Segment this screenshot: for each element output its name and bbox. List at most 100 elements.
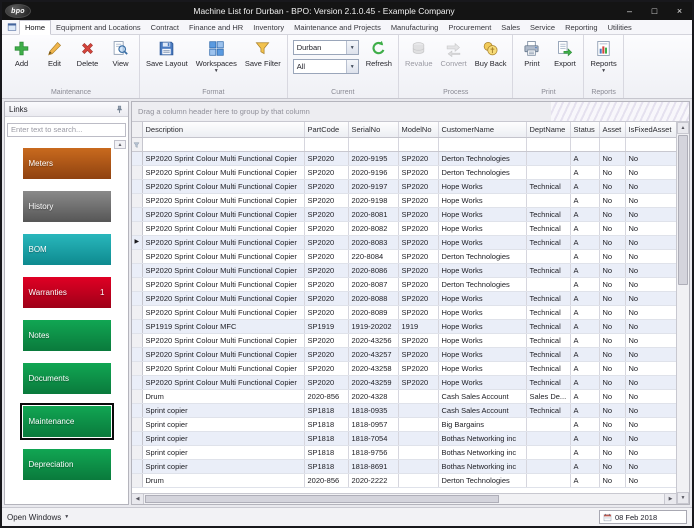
cell-status[interactable]: A <box>570 431 599 445</box>
cell-asset[interactable]: No <box>599 459 625 473</box>
cell-isfixedasset[interactable]: No <box>625 431 676 445</box>
cell-deptname[interactable]: Technical <box>526 319 570 333</box>
cell-modelno[interactable]: SP2020 <box>398 263 438 277</box>
cell-asset[interactable]: No <box>599 403 625 417</box>
cell-deptname[interactable] <box>526 277 570 291</box>
cell-status[interactable]: A <box>570 207 599 221</box>
cell-description[interactable]: SP2020 Sprint Colour Multi Functional Co… <box>142 165 304 179</box>
cell-status[interactable]: A <box>570 291 599 305</box>
cell-status[interactable]: A <box>570 193 599 207</box>
column-header-isfixedasset[interactable]: IsFixedAsset <box>625 122 676 137</box>
cell-serialno[interactable]: 1818-0957 <box>348 417 398 431</box>
cell-asset[interactable]: No <box>599 291 625 305</box>
cell-isfixedasset[interactable]: No <box>625 193 676 207</box>
date-picker[interactable]: 08 Feb 2018 <box>599 510 687 524</box>
cell-serialno[interactable]: 2020-8081 <box>348 207 398 221</box>
cell-description[interactable]: SP2020 Sprint Colour Multi Functional Co… <box>142 361 304 375</box>
horizontal-scrollbar[interactable]: ◀ ▶ <box>132 493 676 504</box>
column-header-description[interactable]: Description <box>142 122 304 137</box>
cell-description[interactable]: SP2020 Sprint Colour Multi Functional Co… <box>142 179 304 193</box>
cell-status[interactable]: A <box>570 375 599 389</box>
cell-partcode[interactable]: SP2020 <box>304 347 348 361</box>
cell-deptname[interactable]: Technical <box>526 179 570 193</box>
cell-isfixedasset[interactable]: No <box>625 207 676 221</box>
group-by-bar[interactable]: Drag a column header here to group by th… <box>132 102 689 122</box>
cell-asset[interactable]: No <box>599 431 625 445</box>
cell-description[interactable]: SP2020 Sprint Colour Multi Functional Co… <box>142 277 304 291</box>
export-button[interactable]: Export <box>548 36 581 88</box>
cell-partcode[interactable]: SP2020 <box>304 277 348 291</box>
cell-description[interactable]: SP2020 Sprint Colour Multi Functional Co… <box>142 291 304 305</box>
scroll-right-button[interactable]: ▶ <box>664 494 676 504</box>
cell-partcode[interactable]: 2020-856 <box>304 389 348 403</box>
cell-description[interactable]: SP2020 Sprint Colour Multi Functional Co… <box>142 305 304 319</box>
cell-partcode[interactable]: SP2020 <box>304 375 348 389</box>
save-layout-button[interactable]: Save Layout <box>142 36 192 88</box>
cell-serialno[interactable]: 2020-9197 <box>348 179 398 193</box>
tab-manufacturing[interactable]: Manufacturing <box>386 20 444 34</box>
filter-cell-description[interactable] <box>142 137 304 151</box>
cell-isfixedasset[interactable]: No <box>625 417 676 431</box>
cell-customername[interactable]: Bothas Networking inc <box>438 445 526 459</box>
cell-customername[interactable]: Derton Technologies <box>438 249 526 263</box>
scroll-down-button[interactable]: ▼ <box>677 492 689 504</box>
cell-deptname[interactable]: Technical <box>526 221 570 235</box>
cell-customername[interactable]: Hope Works <box>438 319 526 333</box>
cell-isfixedasset[interactable]: No <box>625 277 676 291</box>
cell-partcode[interactable]: 2020-856 <box>304 473 348 487</box>
cell-description[interactable]: Drum <box>142 389 304 403</box>
cell-isfixedasset[interactable]: No <box>625 319 676 333</box>
cell-description[interactable]: Sprint copier <box>142 403 304 417</box>
cell-deptname[interactable]: Technical <box>526 263 570 277</box>
cell-customername[interactable]: Derton Technologies <box>438 277 526 291</box>
cell-partcode[interactable]: SP2020 <box>304 165 348 179</box>
horizontal-scroll-track[interactable] <box>144 494 664 504</box>
buy-back-button[interactable]: Buy Back <box>471 36 511 88</box>
cell-asset[interactable]: No <box>599 445 625 459</box>
cell-deptname[interactable]: Technical <box>526 375 570 389</box>
cell-asset[interactable]: No <box>599 263 625 277</box>
cell-customername[interactable]: Hope Works <box>438 263 526 277</box>
cell-asset[interactable]: No <box>599 193 625 207</box>
cell-deptname[interactable]: Technical <box>526 361 570 375</box>
cell-deptname[interactable] <box>526 193 570 207</box>
cell-isfixedasset[interactable]: No <box>625 179 676 193</box>
cell-deptname[interactable] <box>526 165 570 179</box>
cell-customername[interactable]: Hope Works <box>438 291 526 305</box>
cell-asset[interactable]: No <box>599 221 625 235</box>
cell-deptname[interactable]: Technical <box>526 305 570 319</box>
cell-deptname[interactable] <box>526 445 570 459</box>
vertical-scrollbar-thumb[interactable] <box>678 135 688 285</box>
cell-status[interactable]: A <box>570 221 599 235</box>
cell-status[interactable]: A <box>570 361 599 375</box>
cell-isfixedasset[interactable]: No <box>625 221 676 235</box>
cell-serialno[interactable]: 2020-8082 <box>348 221 398 235</box>
cell-partcode[interactable]: SP2020 <box>304 361 348 375</box>
print-button[interactable]: Print <box>515 36 548 88</box>
cell-partcode[interactable]: SP2020 <box>304 333 348 347</box>
cell-status[interactable]: A <box>570 305 599 319</box>
refresh-button[interactable]: Refresh <box>362 36 396 88</box>
cell-asset[interactable]: No <box>599 151 625 165</box>
cell-description[interactable]: SP2020 Sprint Colour Multi Functional Co… <box>142 193 304 207</box>
filter-cell-status[interactable] <box>570 137 599 151</box>
cell-asset[interactable]: No <box>599 249 625 263</box>
cell-isfixedasset[interactable]: No <box>625 361 676 375</box>
cell-modelno[interactable]: SP2020 <box>398 361 438 375</box>
save-filter-button[interactable]: Save Filter <box>241 36 285 88</box>
cell-isfixedasset[interactable]: No <box>625 459 676 473</box>
cell-description[interactable]: Sprint copier <box>142 431 304 445</box>
cell-asset[interactable]: No <box>599 347 625 361</box>
cell-asset[interactable]: No <box>599 179 625 193</box>
cell-customername[interactable]: Derton Technologies <box>438 151 526 165</box>
cell-deptname[interactable]: Technical <box>526 347 570 361</box>
cell-asset[interactable]: No <box>599 165 625 179</box>
cell-modelno[interactable]: SP2020 <box>398 249 438 263</box>
filter-cell-partcode[interactable] <box>304 137 348 151</box>
cell-serialno[interactable]: 2020-43256 <box>348 333 398 347</box>
cell-asset[interactable]: No <box>599 473 625 487</box>
sidebar-tile-depreciation[interactable]: Depreciation <box>23 449 111 480</box>
column-header-deptname[interactable]: DeptName <box>526 122 570 137</box>
column-header-serialno[interactable]: SerialNo <box>348 122 398 137</box>
cell-status[interactable]: A <box>570 333 599 347</box>
